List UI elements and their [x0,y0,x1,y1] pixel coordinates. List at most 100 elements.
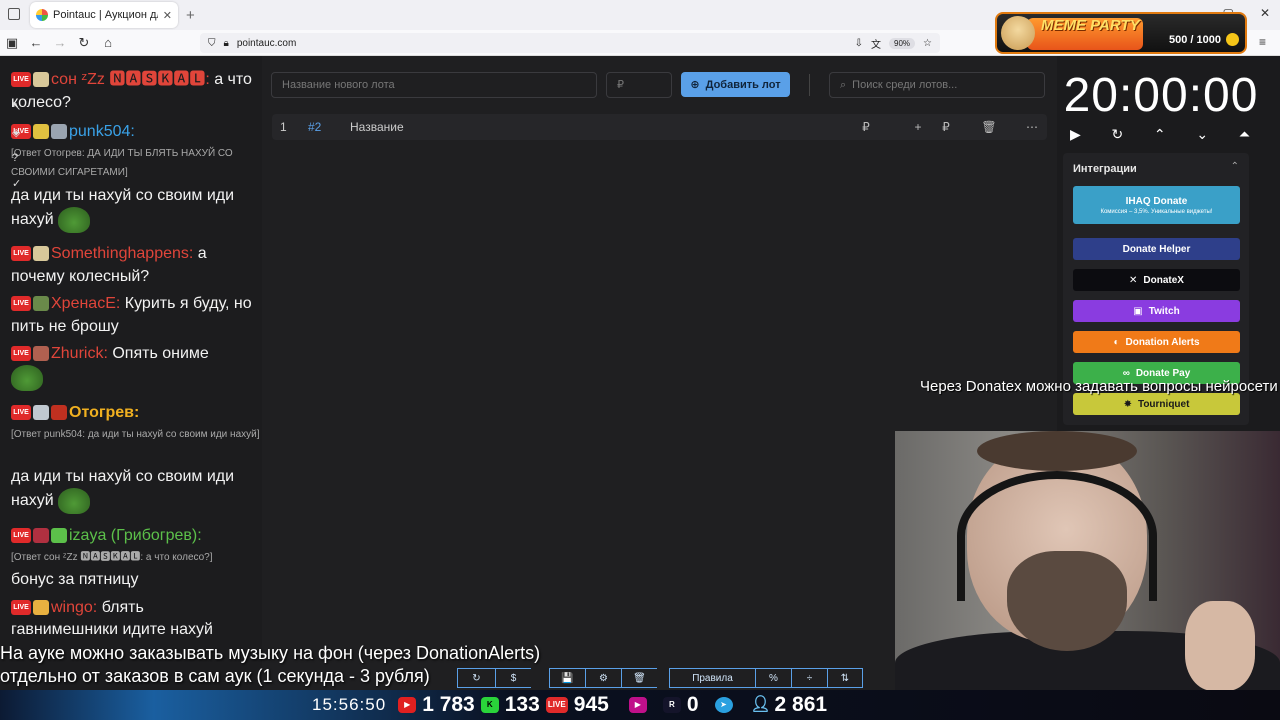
live-badge-icon: LIVE [11,72,31,88]
trophy-badge-icon [33,124,49,140]
reload-icon[interactable]: ↻ [72,35,96,51]
ihaq-donate-label: IHAQ Donate [1125,195,1188,207]
address-bar[interactable]: ⛉ 🔒︎ pointauc.com ⇩ 文 90% ☆ [200,33,940,53]
lot-name-field[interactable]: Название [350,120,827,134]
chat-reply: [Ответ Отогрев: ДА ИДИ ТЫ БЛЯТЬ НАХУЙ СО… [11,148,233,178]
lot-number: 1 [280,120,287,134]
live-badge-icon: LIVE [11,246,31,262]
url-text: pointauc.com [236,37,297,49]
twitch-label: Twitch [1148,305,1180,317]
divide-button[interactable]: ÷ [791,668,827,688]
add-amount-icon[interactable]: + [905,120,931,134]
settings-button[interactable]: ⚙ [585,668,621,688]
twitch-icon: ▣ [1133,305,1143,317]
rules-button[interactable]: Правила [669,668,755,688]
add-lot-button[interactable]: ⊕ Добавить лот [681,72,790,97]
stream-subtitle: На ауке можно заказывать музыку на фон (… [0,642,540,688]
donatex-label: DonateX [1143,274,1184,286]
decrease-time-icon[interactable]: ⌄ [1196,126,1208,143]
donate-helper-button[interactable]: Donate Helper [1073,238,1240,260]
lot-amount-input[interactable]: ₽ [606,72,672,98]
check-icon[interactable]: ✓ [12,177,21,190]
lot-more-icon[interactable]: ⋯ [1017,120,1047,134]
translate-icon[interactable]: 文 [871,36,881,51]
chat-message: LIVE сон ᶻZz 🅽🅰🆂🅺🅰🅻: а что колесо? [11,68,261,114]
zoom-level[interactable]: 90% [889,37,916,49]
auction-timer: 20:00:00 [1063,69,1259,122]
donate-helper-label: Donate Helper [1122,243,1191,255]
twitch-button[interactable]: ▣ Twitch [1073,300,1240,322]
live-badge-icon: LIVE [11,528,31,544]
live-badge-icon: LIVE [11,405,31,421]
chat-message: бонус за пятницу [11,568,261,591]
sidebar-toggle-icon[interactable] [8,8,20,20]
chat-text: да иди ты нахуй со своим иди нахуй [11,187,235,229]
home-icon[interactable]: ⌂ [96,35,120,50]
coin-icon [1226,33,1239,46]
lot-extra-amount[interactable]: ₽ [931,120,961,134]
ihaq-donate-button[interactable]: IHAQ Donate Комиссия – 3,5%. Уникальные … [1073,186,1240,224]
tab-close-icon[interactable]: ✕ [163,9,172,22]
new-lot-input[interactable]: Название нового лота [271,72,597,98]
forward-icon[interactable]: → [48,35,72,50]
beer-badge-icon [33,600,49,616]
help-icon[interactable]: ? [12,152,21,164]
chat-text: гавнимешники идите нахуй [11,621,213,638]
frog-emote-icon [11,365,43,391]
chat-nick: punk504: [69,123,135,140]
donatex-overlay-text: Через Donatex можно задавать вопросы ней… [920,378,1278,395]
plus-circle-icon: ⊕ [690,79,700,91]
browser-tab[interactable]: Pointauc | Аукцион для стриме ✕ [30,2,178,28]
double-up-icon[interactable]: ⏶ [1239,126,1250,143]
chat-text: да иди ты нахуй со своим иди нахуй [11,468,235,510]
donatex-button[interactable]: ✕ DonateX [1073,269,1240,291]
stream-clock: 15:56:50 [312,695,387,714]
user-badge-icon [33,72,49,88]
chat-nick: Somethinghappens: [51,245,194,262]
new-tab-button[interactable]: + [186,7,195,24]
cursor-icon[interactable]: ↖ [12,100,21,113]
bookmark-star-icon[interactable]: ☆ [923,38,932,49]
vk-video-icon: ▶ [628,697,647,713]
clear-button[interactable]: 🗑 [621,668,657,688]
lot-row[interactable]: 1 #2 Название ₽ + ₽ 🗑︎ ⋯ [272,114,1047,140]
lot-id: #2 [308,120,322,134]
chat-text: бонус за пятницу [11,571,139,588]
close-window-button[interactable]: ✕ [1260,6,1270,20]
delete-lot-icon[interactable]: 🗑︎ [961,120,1017,134]
webcam-hand [1185,601,1255,691]
headphones-icon [957,471,1157,601]
search-placeholder: Поиск среди лотов... [852,79,958,91]
tourniquet-button[interactable]: ✸ Tourniquet [1073,393,1240,415]
back-icon[interactable]: ← [24,35,48,50]
save-button[interactable]: 💾 [549,668,585,688]
percent-button[interactable]: % [755,668,791,688]
collapse-icon[interactable]: ⌃ [1231,161,1239,172]
play-icon[interactable]: ▶ [1070,126,1081,143]
chat-nick: wingo: [51,599,98,616]
meme-party-title: MEME PARTY [1041,17,1140,34]
download-icon[interactable]: ⇩ [855,38,863,49]
sort-button[interactable]: ⇅ [827,668,863,688]
lot-search-input[interactable]: ⌕ Поиск среди лотов... [829,72,1045,98]
chat-nick: izaya (Грибогрев): [69,527,202,544]
telegram-icon: ➤ [714,697,733,713]
ihaq-donate-sub: Комиссия – 3,5%. Уникальные виджеты! [1100,208,1213,215]
user-badge-icon [33,346,49,362]
reset-icon[interactable]: ↻ [1111,126,1123,143]
live-badge-icon: LIVE [11,296,31,312]
stream-chat: LIVE сон ᶻZz 🅽🅰🆂🅺🅰🅻: а что колесо? LIVE pu… [0,56,262,690]
chat-message: LIVE ХренасЕ: Курить я буду, но пить не б… [11,292,261,338]
youtube-icon: ▶ [398,697,417,713]
donation-alerts-icon: ◐ [1113,336,1120,348]
donation-alerts-button[interactable]: ◐ Donation Alerts [1073,331,1240,353]
meme-party-score: 500 / 1000 [1169,34,1221,46]
menu-icon[interactable]: ≡ [1259,35,1266,49]
webcam-hair [977,431,1137,471]
layers-icon[interactable]: ◈ [12,126,21,139]
increase-time-icon[interactable]: ⌃ [1154,126,1166,143]
chat-message: LIVE wingo: блять [11,596,261,619]
meme-party-widget: MEME PARTY 500 / 1000 [995,12,1247,54]
sidebar-icon[interactable]: ▣ [0,35,24,51]
vk-live-icon: LIVE [545,697,568,713]
